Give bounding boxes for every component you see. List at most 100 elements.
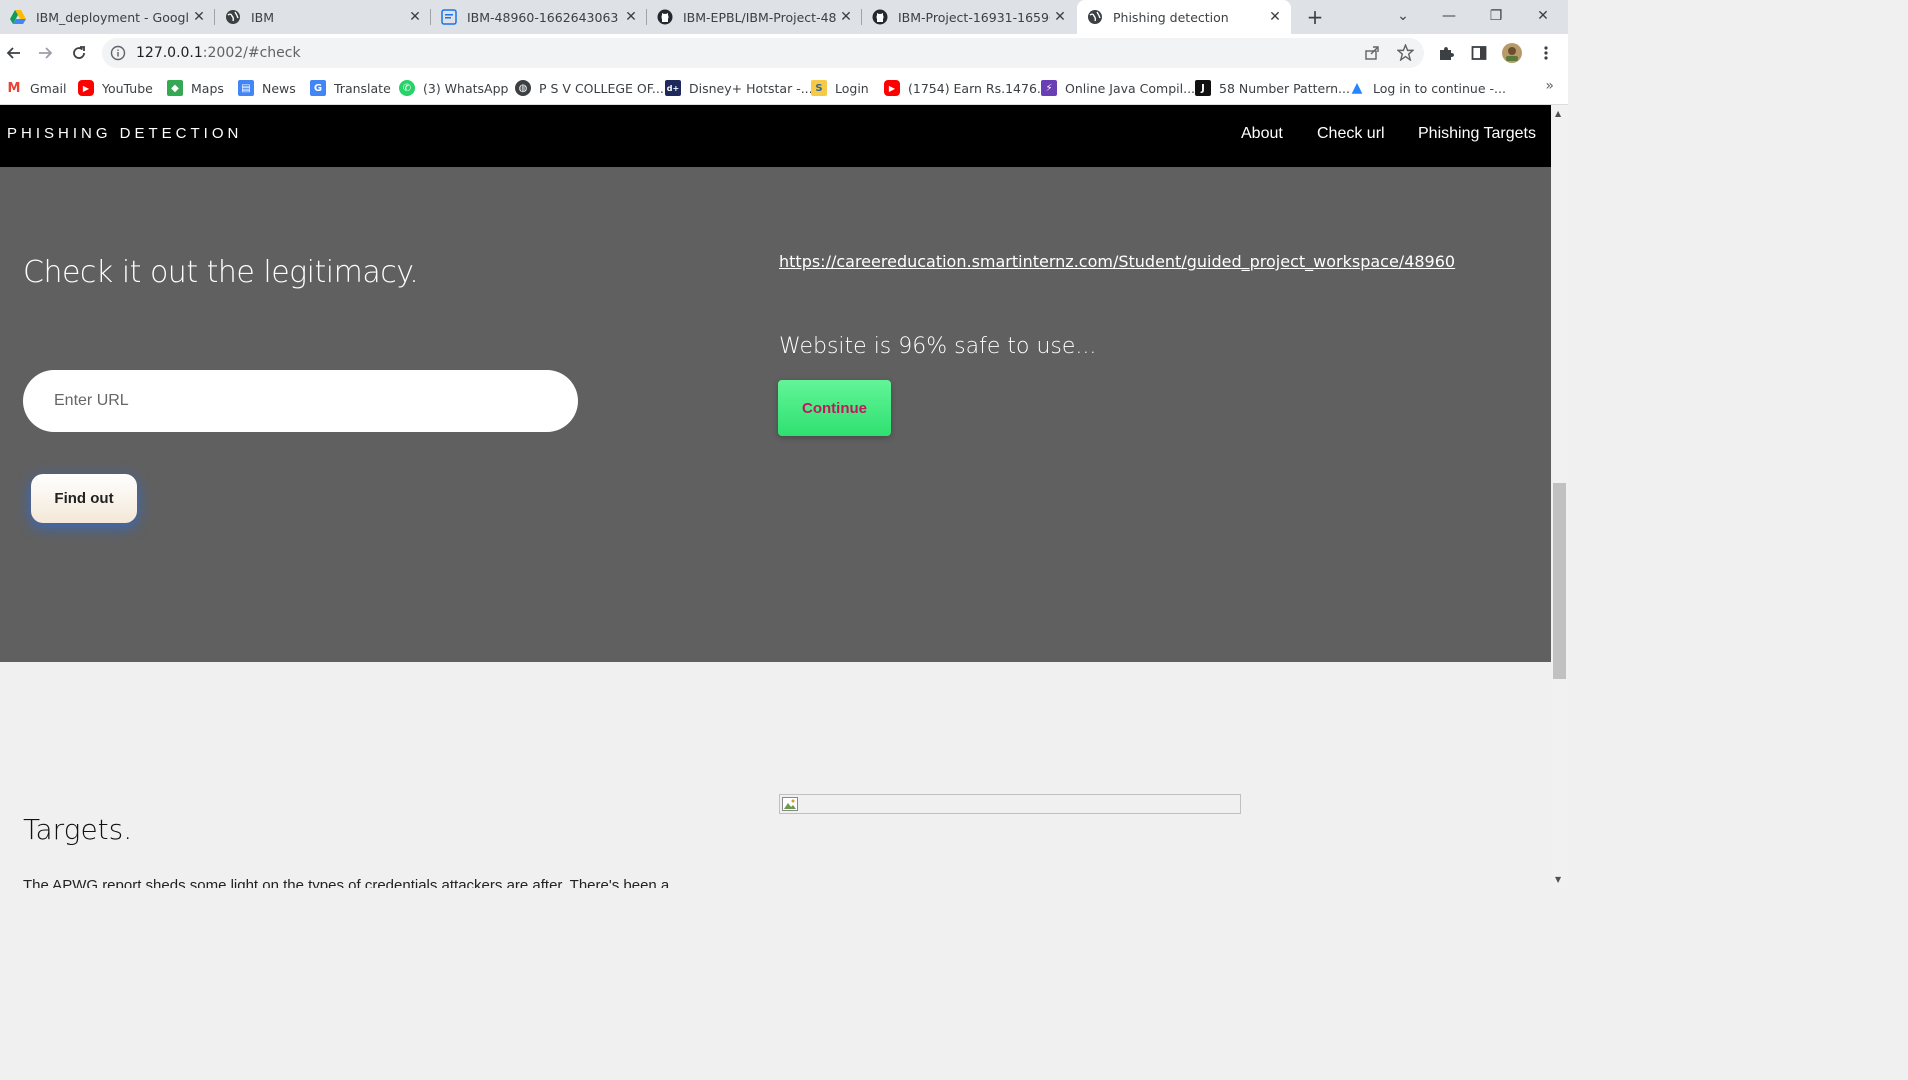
close-icon[interactable]: ✕ bbox=[405, 9, 425, 25]
minimize-button[interactable]: — bbox=[1426, 0, 1472, 34]
reload-button[interactable] bbox=[67, 41, 91, 65]
google-drive-icon bbox=[10, 9, 26, 25]
tab-ibm[interactable]: IBM ✕ bbox=[215, 0, 431, 34]
side-panel-button[interactable] bbox=[1467, 41, 1491, 65]
nav-phishing-targets[interactable]: Phishing Targets bbox=[1418, 125, 1536, 143]
close-icon[interactable]: ✕ bbox=[621, 9, 641, 25]
bolt-icon: ⚡ bbox=[1041, 80, 1057, 96]
forward-button[interactable] bbox=[33, 41, 57, 65]
tab-search-button[interactable]: ⌄ bbox=[1380, 0, 1426, 34]
bookmark-news[interactable]: ▤ News bbox=[238, 79, 296, 97]
bookmark-youtube[interactable]: ▶ YouTube bbox=[78, 79, 153, 97]
tab-title: IBM-48960-1662643063 bbox=[467, 9, 619, 25]
new-tab-button[interactable]: + bbox=[1303, 4, 1327, 30]
document-icon bbox=[441, 9, 457, 25]
browser-tab-strip: IBM_deployment - Google D ✕ IBM ✕ IBM-48… bbox=[0, 0, 1568, 34]
nav-about[interactable]: About bbox=[1241, 125, 1283, 143]
tab-ibm-deployment[interactable]: IBM_deployment - Google D ✕ bbox=[0, 0, 215, 34]
tab-title: Phishing detection bbox=[1113, 9, 1229, 25]
bookmark-login[interactable]: S Login bbox=[811, 79, 869, 97]
whatsapp-icon: ✆ bbox=[399, 80, 415, 96]
bookmark-label: Translate bbox=[334, 80, 391, 96]
bookmark-label: Gmail bbox=[30, 80, 67, 96]
browser-toolbar: 127.0.0.1:2002/#check bbox=[0, 34, 1568, 72]
close-icon[interactable]: ✕ bbox=[1050, 9, 1070, 25]
maps-icon: ◆ bbox=[167, 80, 183, 96]
reload-icon bbox=[73, 46, 85, 59]
bookmark-translate[interactable]: G Translate bbox=[310, 79, 391, 97]
address-bar[interactable]: 127.0.0.1:2002/#check bbox=[102, 38, 1424, 68]
tab-phishing-detection[interactable]: Phishing detection ✕ bbox=[1077, 0, 1291, 34]
close-icon[interactable]: ✕ bbox=[1265, 9, 1285, 25]
tab-title: IBM-Project-16931-165962 bbox=[898, 9, 1050, 25]
bookmark-maps[interactable]: ◆ Maps bbox=[167, 79, 224, 97]
site-navbar: PHISHING DETECTION About Check url Phish… bbox=[0, 105, 1551, 167]
tab-ibm-48960[interactable]: IBM-48960-1662643063 ✕ bbox=[431, 0, 647, 34]
web-page: PHISHING DETECTION About Check url Phish… bbox=[0, 105, 1551, 888]
gmail-icon: M bbox=[7, 80, 21, 96]
puzzle-icon bbox=[1440, 47, 1454, 60]
atlassian-icon: ▲ bbox=[1351, 80, 1363, 96]
continue-button[interactable]: Continue bbox=[778, 380, 891, 436]
close-icon[interactable]: ✕ bbox=[836, 9, 856, 25]
extensions-button[interactable] bbox=[1434, 41, 1458, 65]
tab-ibm-epbl[interactable]: IBM-EPBL/IBM-Project-4896 ✕ bbox=[647, 0, 862, 34]
bookmark-label: YouTube bbox=[102, 80, 153, 96]
bookmark-java-compiler[interactable]: ⚡ Online Java Compil... bbox=[1041, 79, 1195, 97]
bookmark-label: 58 Number Pattern... bbox=[1219, 80, 1350, 96]
address-url: 127.0.0.1:2002/#check bbox=[136, 38, 301, 68]
tab-ibm-project-16931[interactable]: IBM-Project-16931-165962 ✕ bbox=[862, 0, 1076, 34]
bookmarks-bar: M Gmail ▶ YouTube ◆ Maps ▤ News G Translate ✆… bbox=[0, 72, 1568, 105]
targets-paragraph: The APWG report sheds some light on the … bbox=[23, 877, 670, 888]
globe-icon: ◍ bbox=[515, 80, 531, 96]
info-icon[interactable] bbox=[110, 45, 126, 61]
bookmark-label: (1754) Earn Rs.1476... bbox=[908, 80, 1049, 96]
tab-title: IBM_deployment - Google D bbox=[36, 9, 189, 25]
targets-heading: Targets. bbox=[23, 813, 133, 846]
scroll-up-icon[interactable]: ▲ bbox=[1555, 109, 1561, 118]
bookmark-label: Log in to continue -... bbox=[1373, 80, 1506, 96]
bookmark-psv-college[interactable]: ◍ P S V COLLEGE OF... bbox=[515, 79, 664, 97]
bookmark-label: Login bbox=[835, 80, 869, 96]
side-panel-icon bbox=[1471, 46, 1487, 60]
url-host: 127.0.0.1 bbox=[136, 45, 203, 61]
avatar-icon bbox=[1502, 43, 1522, 63]
share-icon[interactable] bbox=[1364, 45, 1380, 61]
kebab-menu-icon bbox=[1544, 46, 1548, 60]
back-button[interactable] bbox=[2, 41, 26, 65]
close-icon[interactable]: ✕ bbox=[189, 9, 209, 25]
news-icon: ▤ bbox=[238, 80, 254, 96]
safety-result: Website is 96% safe to use... bbox=[779, 334, 1097, 359]
bookmark-number-pattern[interactable]: J 58 Number Pattern... bbox=[1195, 79, 1350, 97]
nav-check-url[interactable]: Check url bbox=[1317, 125, 1385, 143]
scrollbar-thumb[interactable] bbox=[1553, 483, 1566, 679]
checked-url-link[interactable]: https://careereducation.smartinternz.com… bbox=[779, 252, 1455, 271]
globe-icon bbox=[225, 9, 241, 25]
bookmark-earn[interactable]: ▶ (1754) Earn Rs.1476... bbox=[884, 79, 1049, 97]
close-window-button[interactable]: ✕ bbox=[1520, 0, 1566, 34]
bookmark-atlassian[interactable]: ▲ Log in to continue -... bbox=[1349, 79, 1506, 97]
more-bookmarks-icon[interactable]: » bbox=[1545, 78, 1554, 94]
bookmark-gmail[interactable]: M Gmail bbox=[6, 79, 67, 97]
scroll-down-icon[interactable]: ▼ bbox=[1555, 875, 1561, 884]
url-input[interactable] bbox=[23, 370, 578, 432]
bookmark-label: Disney+ Hotstar -... bbox=[689, 80, 813, 96]
page-scrollbar[interactable]: ▲ ▼ bbox=[1551, 105, 1568, 888]
menu-button[interactable] bbox=[1534, 41, 1558, 65]
globe-icon bbox=[1087, 9, 1103, 25]
tab-title: IBM-EPBL/IBM-Project-4896 bbox=[683, 9, 836, 25]
github-icon bbox=[657, 9, 673, 25]
bookmark-hotstar[interactable]: d+ Disney+ Hotstar -... bbox=[665, 79, 813, 97]
url-rest: :2002/#check bbox=[202, 45, 301, 61]
bookmark-star-icon[interactable] bbox=[1397, 44, 1414, 61]
python-icon: S bbox=[811, 80, 827, 96]
j-icon: J bbox=[1195, 80, 1211, 96]
site-brand[interactable]: PHISHING DETECTION bbox=[7, 125, 242, 142]
bookmark-label: (3) WhatsApp bbox=[423, 80, 509, 96]
bookmark-whatsapp[interactable]: ✆ (3) WhatsApp bbox=[399, 79, 508, 97]
youtube-icon: ▶ bbox=[78, 80, 94, 96]
restore-button[interactable]: ❐ bbox=[1473, 0, 1519, 34]
profile-avatar[interactable] bbox=[1500, 41, 1524, 65]
bookmark-label: Online Java Compil... bbox=[1065, 80, 1196, 96]
find-out-button[interactable]: Find out bbox=[31, 474, 137, 523]
